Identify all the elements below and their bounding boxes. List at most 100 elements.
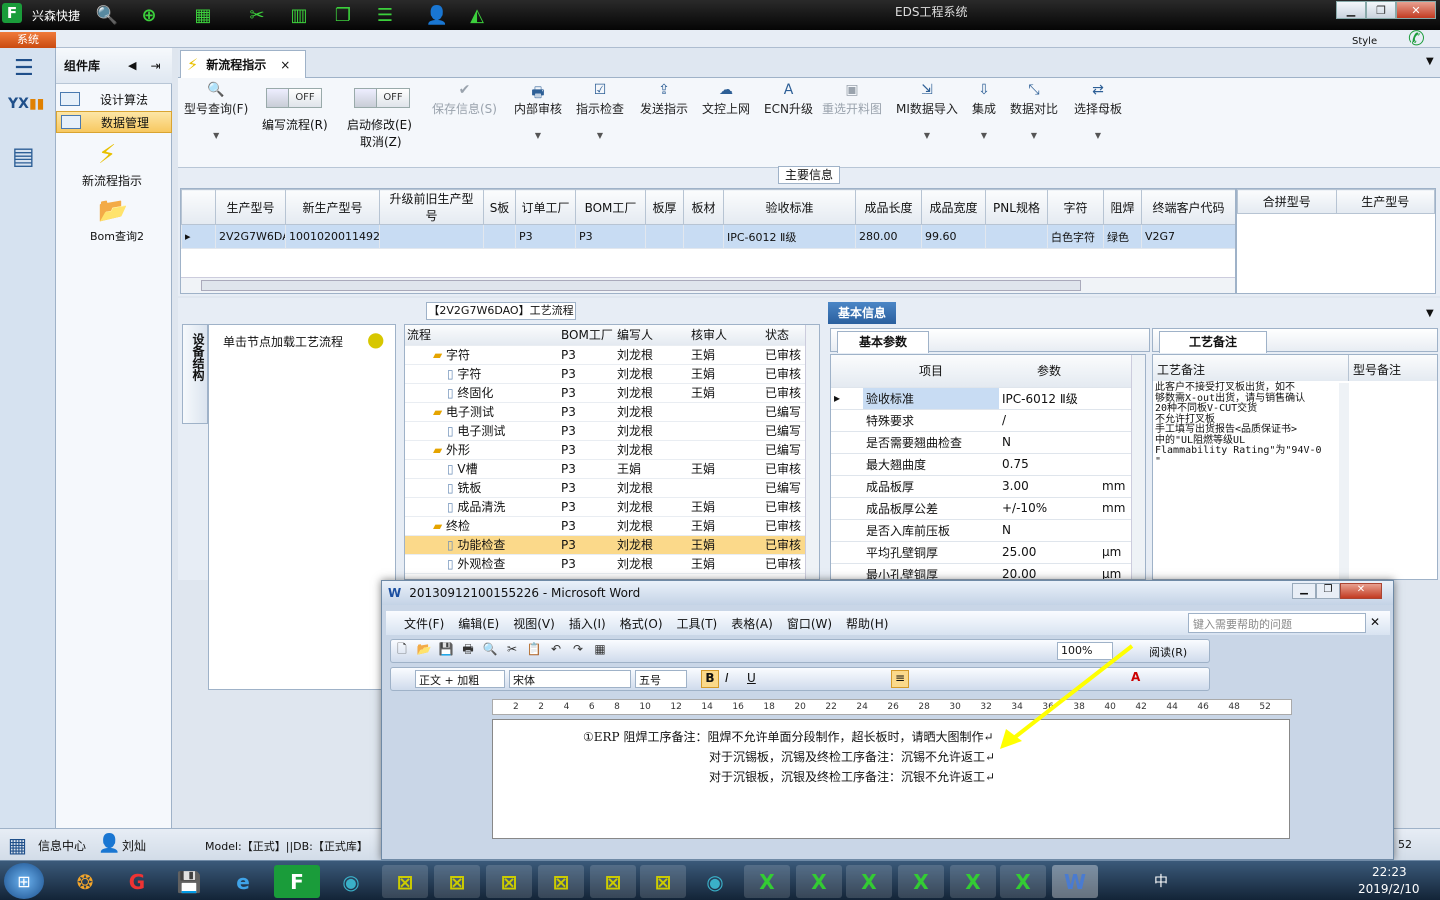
tab-new-flow[interactable]: ⚡ 新流程指示 ×	[180, 50, 306, 78]
launch-new-flow[interactable]: 新流程指示	[82, 172, 142, 189]
size-select[interactable]: 五号	[635, 670, 687, 688]
word-close-button[interactable]: ✕	[1340, 583, 1382, 599]
tab-close-icon[interactable]: ×	[280, 58, 290, 72]
sidebar-item-algorithm[interactable]: 设计算法	[56, 88, 172, 110]
network-app-icon[interactable]: ◉	[328, 865, 374, 898]
film-icon[interactable]: ▥	[286, 3, 312, 27]
excel-window-2[interactable]: X	[796, 865, 842, 898]
internal-review-button[interactable]: 🖶 内部审核 ▼	[514, 82, 562, 140]
bold-button[interactable]: B	[701, 670, 719, 688]
col-header[interactable]: 项目	[863, 355, 999, 388]
open-icon[interactable]: 📂	[415, 642, 433, 656]
param-row[interactable]: 成品板厚 3.00 mm	[831, 475, 1131, 498]
task-window-1[interactable]: ⊠	[382, 865, 428, 898]
help-search-input[interactable]: 键入需要帮助的问题	[1188, 613, 1366, 633]
tree-row[interactable]: ▯ 字符 P3 刘龙根 王娟 已审核	[405, 364, 805, 384]
task-window-2[interactable]: ⊠	[434, 865, 480, 898]
word-minimize-button[interactable]: ▁	[1292, 583, 1316, 599]
copy-icon[interactable]: ❐	[330, 3, 356, 27]
col-header[interactable]: 验收标准	[723, 189, 856, 225]
param-row[interactable]: ▸ 验收标准 IPC-6012 Ⅱ级	[831, 387, 1131, 410]
shell-app-icon[interactable]: ❂	[62, 865, 108, 898]
vertical-scrollbar[interactable]	[805, 325, 819, 579]
tab-system[interactable]: 系统	[0, 32, 56, 48]
col-header[interactable]: 板厚	[645, 189, 684, 225]
instruction-check-button[interactable]: ☑ 指示检查 ▼	[576, 82, 624, 140]
grid-icon[interactable]: ▦	[190, 3, 216, 27]
col-merge-model[interactable]: 合拼型号	[1237, 189, 1337, 214]
tree-node[interactable]: ▯ 终固化	[405, 383, 559, 403]
style-menu[interactable]: Style	[1352, 36, 1377, 47]
close-button[interactable]: ✕	[1396, 1, 1436, 19]
lightning-icon[interactable]: ⚡	[98, 140, 116, 170]
tree-node[interactable]: ▯ 字符	[405, 364, 559, 384]
col-header[interactable]: 字符	[1047, 189, 1104, 225]
start-button[interactable]: ⊞	[4, 863, 44, 899]
word-menu-item[interactable]: 帮助(H)	[846, 615, 888, 632]
tree-node[interactable]: ▯ 铣板	[405, 478, 559, 498]
tree-node[interactable]: ▯ 外观检查	[405, 554, 559, 574]
paste-icon[interactable]: 📋	[525, 642, 543, 656]
mi-import-button[interactable]: ⇲ MI数据导入 ▼	[896, 82, 958, 140]
tree-row[interactable]: ▯ 功能检查 P3 刘龙根 王娟 已审核	[405, 535, 805, 555]
word-menu-item[interactable]: 视图(V)	[513, 615, 555, 632]
tree-node[interactable]: ▯ 功能检查	[405, 535, 559, 555]
maximize-button[interactable]: ❐	[1366, 1, 1396, 19]
excel-window-6[interactable]: X	[1000, 865, 1046, 898]
excel-window-5[interactable]: X	[950, 865, 996, 898]
eds-app-icon[interactable]: F	[274, 865, 320, 898]
word-menu-item[interactable]: 编辑(E)	[458, 615, 499, 632]
col-header[interactable]: 成品宽度	[921, 189, 986, 225]
tree-row[interactable]: ▰ 外形 P3 刘龙根 已编写	[405, 440, 805, 460]
word-menu-item[interactable]: 表格(A)	[731, 615, 773, 632]
table-row[interactable]: ▸2V2G7W6DAO10010200114926 P3P3 IPC-6012 Ⅱ级…	[181, 224, 1235, 249]
tree-row[interactable]: ▰ 字符 P3 刘龙根 王娟 已审核	[405, 345, 805, 365]
pin-icon[interactable]: ⇥	[150, 59, 160, 73]
chevron-down-icon[interactable]: ▼	[1426, 56, 1434, 67]
cut-icon[interactable]: ✂	[244, 3, 270, 27]
list-icon[interactable]: ☰	[372, 3, 398, 27]
task-window-3[interactable]: ⊠	[486, 865, 532, 898]
tree-row[interactable]: ▰ 电子测试 P3 刘龙根 已编写	[405, 402, 805, 422]
tree-node[interactable]: ▰ 外形	[405, 440, 559, 460]
col-header[interactable]: 流程	[405, 325, 559, 346]
tree-node[interactable]: ▰ 字符	[405, 345, 559, 365]
tree-row[interactable]: ▯ 电子测试 P3 刘龙根 已编写	[405, 421, 805, 441]
param-row[interactable]: 是否需要翘曲检查 N	[831, 431, 1131, 454]
chevron-down-icon[interactable]: ▼	[1426, 308, 1434, 319]
send-instruction-button[interactable]: ⇪ 发送指示	[640, 82, 688, 117]
task-window-6[interactable]: ⊠	[640, 865, 686, 898]
ime-indicator[interactable]: 中	[1154, 871, 1168, 891]
folder-icon[interactable]: 📂	[98, 196, 128, 224]
enable-modify-toggle[interactable]: OFF	[354, 88, 410, 108]
undo-icon[interactable]: ↶	[547, 642, 565, 656]
col-header[interactable]: BOM工厂	[575, 189, 646, 225]
col-header[interactable]: 终端客户代码	[1141, 189, 1235, 225]
tree-node[interactable]: ▰ 终检	[405, 516, 559, 536]
phone-icon[interactable]: ✆	[1408, 26, 1425, 50]
col-production-model[interactable]: 生产型号	[1335, 189, 1435, 214]
table-icon[interactable]: ▦	[591, 642, 609, 656]
reselect-cutting-button[interactable]: ▣ 重选开料图	[822, 82, 882, 117]
col-header[interactable]: 核审人	[689, 325, 763, 346]
vertical-scrollbar[interactable]	[1339, 383, 1349, 579]
user-icon[interactable]: 👤	[424, 3, 450, 27]
scroll-thumb[interactable]	[201, 280, 1081, 291]
col-header[interactable]	[1099, 355, 1131, 388]
floppy-app-icon[interactable]: 💾	[166, 865, 212, 898]
integrate-button[interactable]: ⇩ 集成 ▼	[972, 82, 996, 140]
model-query-button[interactable]: 🔍 型号查询(F) ▼	[184, 82, 248, 140]
tree-row[interactable]: ▯ 终固化 P3 刘龙根 王娟 已审核	[405, 383, 805, 403]
tree-node[interactable]: ▰ 电子测试	[405, 402, 559, 422]
tree-node[interactable]: ▯ 电子测试	[405, 421, 559, 441]
redo-icon[interactable]: ↷	[569, 642, 587, 656]
word-maximize-button[interactable]: ❐	[1316, 583, 1340, 599]
read-button[interactable]: 阅读(R)	[1149, 644, 1187, 660]
menu-icon[interactable]: ☰	[14, 56, 34, 81]
new-doc-icon[interactable]: 🗋	[393, 640, 411, 661]
word-menu-item[interactable]: 工具(T)	[677, 615, 718, 632]
tree-row[interactable]: ▰ 终检 P3 刘龙根 王娟 已审核	[405, 516, 805, 536]
tree-node[interactable]: ▯ 成品清洗	[405, 497, 559, 517]
word-menu-item[interactable]: 插入(I)	[569, 615, 606, 632]
info-center[interactable]: 信息中心	[38, 837, 86, 854]
